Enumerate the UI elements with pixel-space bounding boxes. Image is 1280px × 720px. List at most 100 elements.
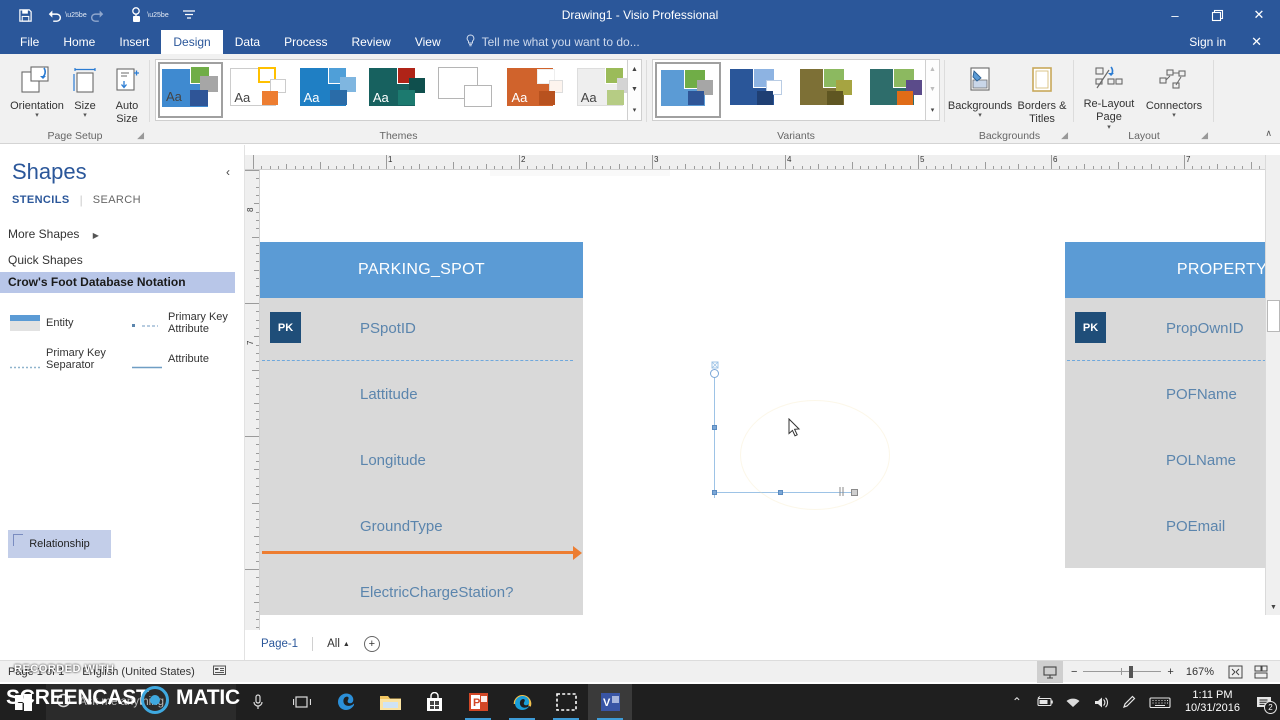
page-tab-page-1[interactable]: Page-1 [261, 638, 298, 650]
attribute-row[interactable]: POEmail [1065, 496, 1265, 556]
tab-design[interactable]: Design [161, 30, 223, 54]
taskbar-app-microsoft-edge[interactable] [324, 684, 368, 720]
tell-me-search[interactable]: Tell me what you want to do... [453, 30, 640, 54]
fit-page-icon[interactable] [1222, 661, 1248, 683]
attribute-row[interactable]: GroundType [260, 496, 583, 556]
relayout-page-button[interactable]: Re-Layout Page ▾ [1077, 58, 1141, 132]
all-pages-button[interactable]: All ▲ [327, 638, 350, 650]
tab-data[interactable]: Data [223, 30, 272, 54]
language-status[interactable]: English (United States) [82, 666, 195, 678]
gallery-scroll-down-icon[interactable]: ▼ [631, 86, 638, 93]
battery-icon[interactable] [1031, 684, 1059, 720]
canvas-vertical-scrollbar[interactable]: ▼ [1265, 155, 1280, 615]
stencil-item-entity[interactable]: Entity [0, 305, 122, 341]
taskbar-app-snipping-tool[interactable] [544, 684, 588, 720]
zoom-in-button[interactable]: + [1167, 666, 1173, 678]
taskbar-app-internet-explorer[interactable] [500, 684, 544, 720]
variant-thumb-2[interactable] [795, 62, 861, 118]
restore-button[interactable] [1196, 0, 1238, 30]
backgrounds-caret-icon[interactable]: ▾ [978, 112, 982, 120]
orientation-button[interactable]: Orientation ▾ [3, 58, 71, 132]
layout-dialog-launcher[interactable]: ◢ [1201, 130, 1208, 141]
vertical-scrollbar-thumb[interactable] [1267, 300, 1280, 332]
tab-home[interactable]: Home [51, 30, 107, 54]
orientation-caret-icon[interactable]: ▾ [35, 112, 39, 120]
connector-midpoint-handle[interactable] [712, 425, 717, 430]
connector-corner-handle[interactable] [712, 490, 717, 495]
stencil-row-more-shapes[interactable]: More Shapes ▶ [0, 224, 245, 245]
zoom-slider-knob[interactable] [1129, 666, 1134, 678]
entity-parking-spot[interactable]: PARKING_SPOT PK PSpotID Lattitude Longit… [260, 242, 583, 615]
wifi-icon[interactable] [1059, 684, 1087, 720]
taskbar-app-file-explorer[interactable] [368, 684, 412, 720]
backgrounds-button[interactable]: Backgrounds ▾ [947, 58, 1013, 132]
tab-process[interactable]: Process [272, 30, 339, 54]
save-icon[interactable] [10, 2, 40, 28]
tab-stencils[interactable]: STENCILS [12, 194, 70, 206]
attribute-row[interactable]: POLName [1065, 430, 1265, 490]
taskbar-app-powerpoint[interactable]: P [456, 684, 500, 720]
theme-thumb-2[interactable]: Aa [296, 62, 362, 118]
variants-more-icon[interactable]: ▾ [931, 106, 935, 114]
connectors-button[interactable]: Connectors ▾ [1139, 58, 1209, 132]
theme-thumb-1[interactable]: Aa [227, 62, 293, 118]
theme-thumb-3[interactable]: Aa [365, 62, 432, 118]
touch-mode-dropdown-icon[interactable]: \u25be [147, 2, 168, 28]
variants-gallery[interactable]: ▲ ▼ ▾ [652, 59, 940, 121]
notifications-icon[interactable]: 2 [1248, 684, 1280, 720]
minimize-button[interactable]: – [1154, 0, 1196, 30]
zoom-level-label[interactable]: 167% [1186, 666, 1214, 678]
borders-titles-button[interactable]: Borders & Titles [1011, 58, 1073, 132]
auto-size-button[interactable]: Auto Size [104, 58, 150, 132]
gallery-more-icon[interactable]: ▾ [633, 106, 637, 114]
zoom-slider[interactable] [1083, 666, 1162, 678]
stencil-item-primary-key-attribute[interactable]: Primary Key Attribute [122, 305, 244, 341]
scroll-down-arrow[interactable]: ▼ [1266, 600, 1280, 615]
microphone-icon[interactable] [236, 684, 280, 720]
themes-gallery[interactable]: Aa Aa Aa Aa Aa Aa ▲ ▼ ▾ [155, 59, 642, 121]
stencil-item-relationship[interactable]: Relationship [8, 530, 111, 558]
tab-search[interactable]: SEARCH [93, 194, 141, 206]
attribute-row[interactable]: Longitude [260, 430, 583, 490]
volume-icon[interactable] [1087, 684, 1115, 720]
collapse-ribbon-icon[interactable]: ∧ [1265, 128, 1272, 139]
drawing-page[interactable]: PARKING_SPOT PK PSpotID Lattitude Longit… [260, 170, 1265, 615]
zoom-out-button[interactable]: − [1071, 666, 1077, 678]
fit-window-icon[interactable] [1248, 661, 1274, 683]
ribbon-close-icon[interactable]: ✕ [1251, 30, 1262, 54]
variant-thumb-1[interactable] [725, 62, 791, 118]
attribute-row[interactable]: Lattitude [260, 364, 583, 424]
undo-dropdown-icon[interactable]: \u25be [65, 2, 86, 28]
theme-thumb-4[interactable] [435, 62, 501, 118]
theme-thumb-5[interactable]: Aa [504, 62, 570, 118]
relationship-line-orange[interactable] [262, 551, 576, 554]
tab-file[interactable]: File [8, 30, 51, 54]
task-view-icon[interactable] [280, 684, 324, 720]
pen-icon[interactable] [1115, 684, 1143, 720]
gallery-scroll-up-icon[interactable]: ▲ [631, 66, 638, 73]
taskbar-app-visio[interactable]: V [588, 684, 632, 720]
stencil-row-quick-shapes[interactable]: Quick Shapes [0, 250, 245, 271]
customize-icon[interactable] [174, 2, 204, 28]
cortana-search-box[interactable]: Ask me anything [46, 684, 236, 720]
stencil-row-crows-foot[interactable]: Crow's Foot Database Notation [0, 272, 235, 293]
backgrounds-dialog-launcher[interactable]: ◢ [1061, 130, 1068, 141]
page-size-caret-icon[interactable]: ▾ [83, 112, 87, 120]
tab-review[interactable]: Review [339, 30, 402, 54]
variant-thumb-0[interactable] [655, 62, 721, 118]
macro-record-icon[interactable] [212, 664, 226, 679]
add-page-button[interactable]: + [363, 636, 380, 652]
connectors-caret-icon[interactable]: ▾ [1172, 112, 1176, 120]
taskbar-clock[interactable]: 1:11 PM 10/31/2016 [1177, 689, 1248, 715]
collapse-shapes-panel-icon[interactable]: ‹ [226, 165, 230, 179]
taskbar-app-microsoft-store[interactable] [412, 684, 456, 720]
themes-gallery-scrollbar[interactable]: ▲ ▼ ▾ [627, 60, 641, 120]
attribute-row[interactable]: PK PSpotID [260, 298, 583, 358]
page-setup-dialog-launcher[interactable]: ◢ [137, 130, 144, 141]
close-button[interactable]: ✕ [1238, 0, 1280, 30]
entity-property-owner[interactable]: PROPERTY_O PK PropOwnID POFName POLName … [1065, 242, 1265, 568]
variants-gallery-scrollbar[interactable]: ▲ ▼ ▾ [925, 60, 939, 120]
attribute-row[interactable]: PK PropOwnID [1065, 298, 1265, 358]
variant-thumb-3[interactable] [865, 62, 931, 118]
page-size-button[interactable]: Size ▾ [62, 58, 108, 132]
